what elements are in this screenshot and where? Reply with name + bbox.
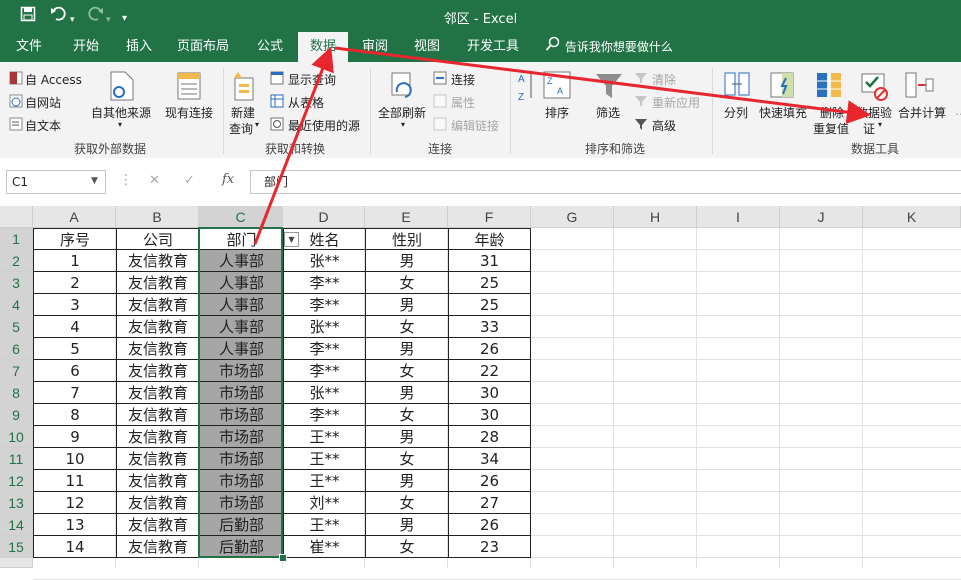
arrow-to-data-tab bbox=[253, 46, 334, 245]
annotation-arrows bbox=[253, 46, 871, 245]
arrow-to-data-validation bbox=[334, 46, 871, 125]
